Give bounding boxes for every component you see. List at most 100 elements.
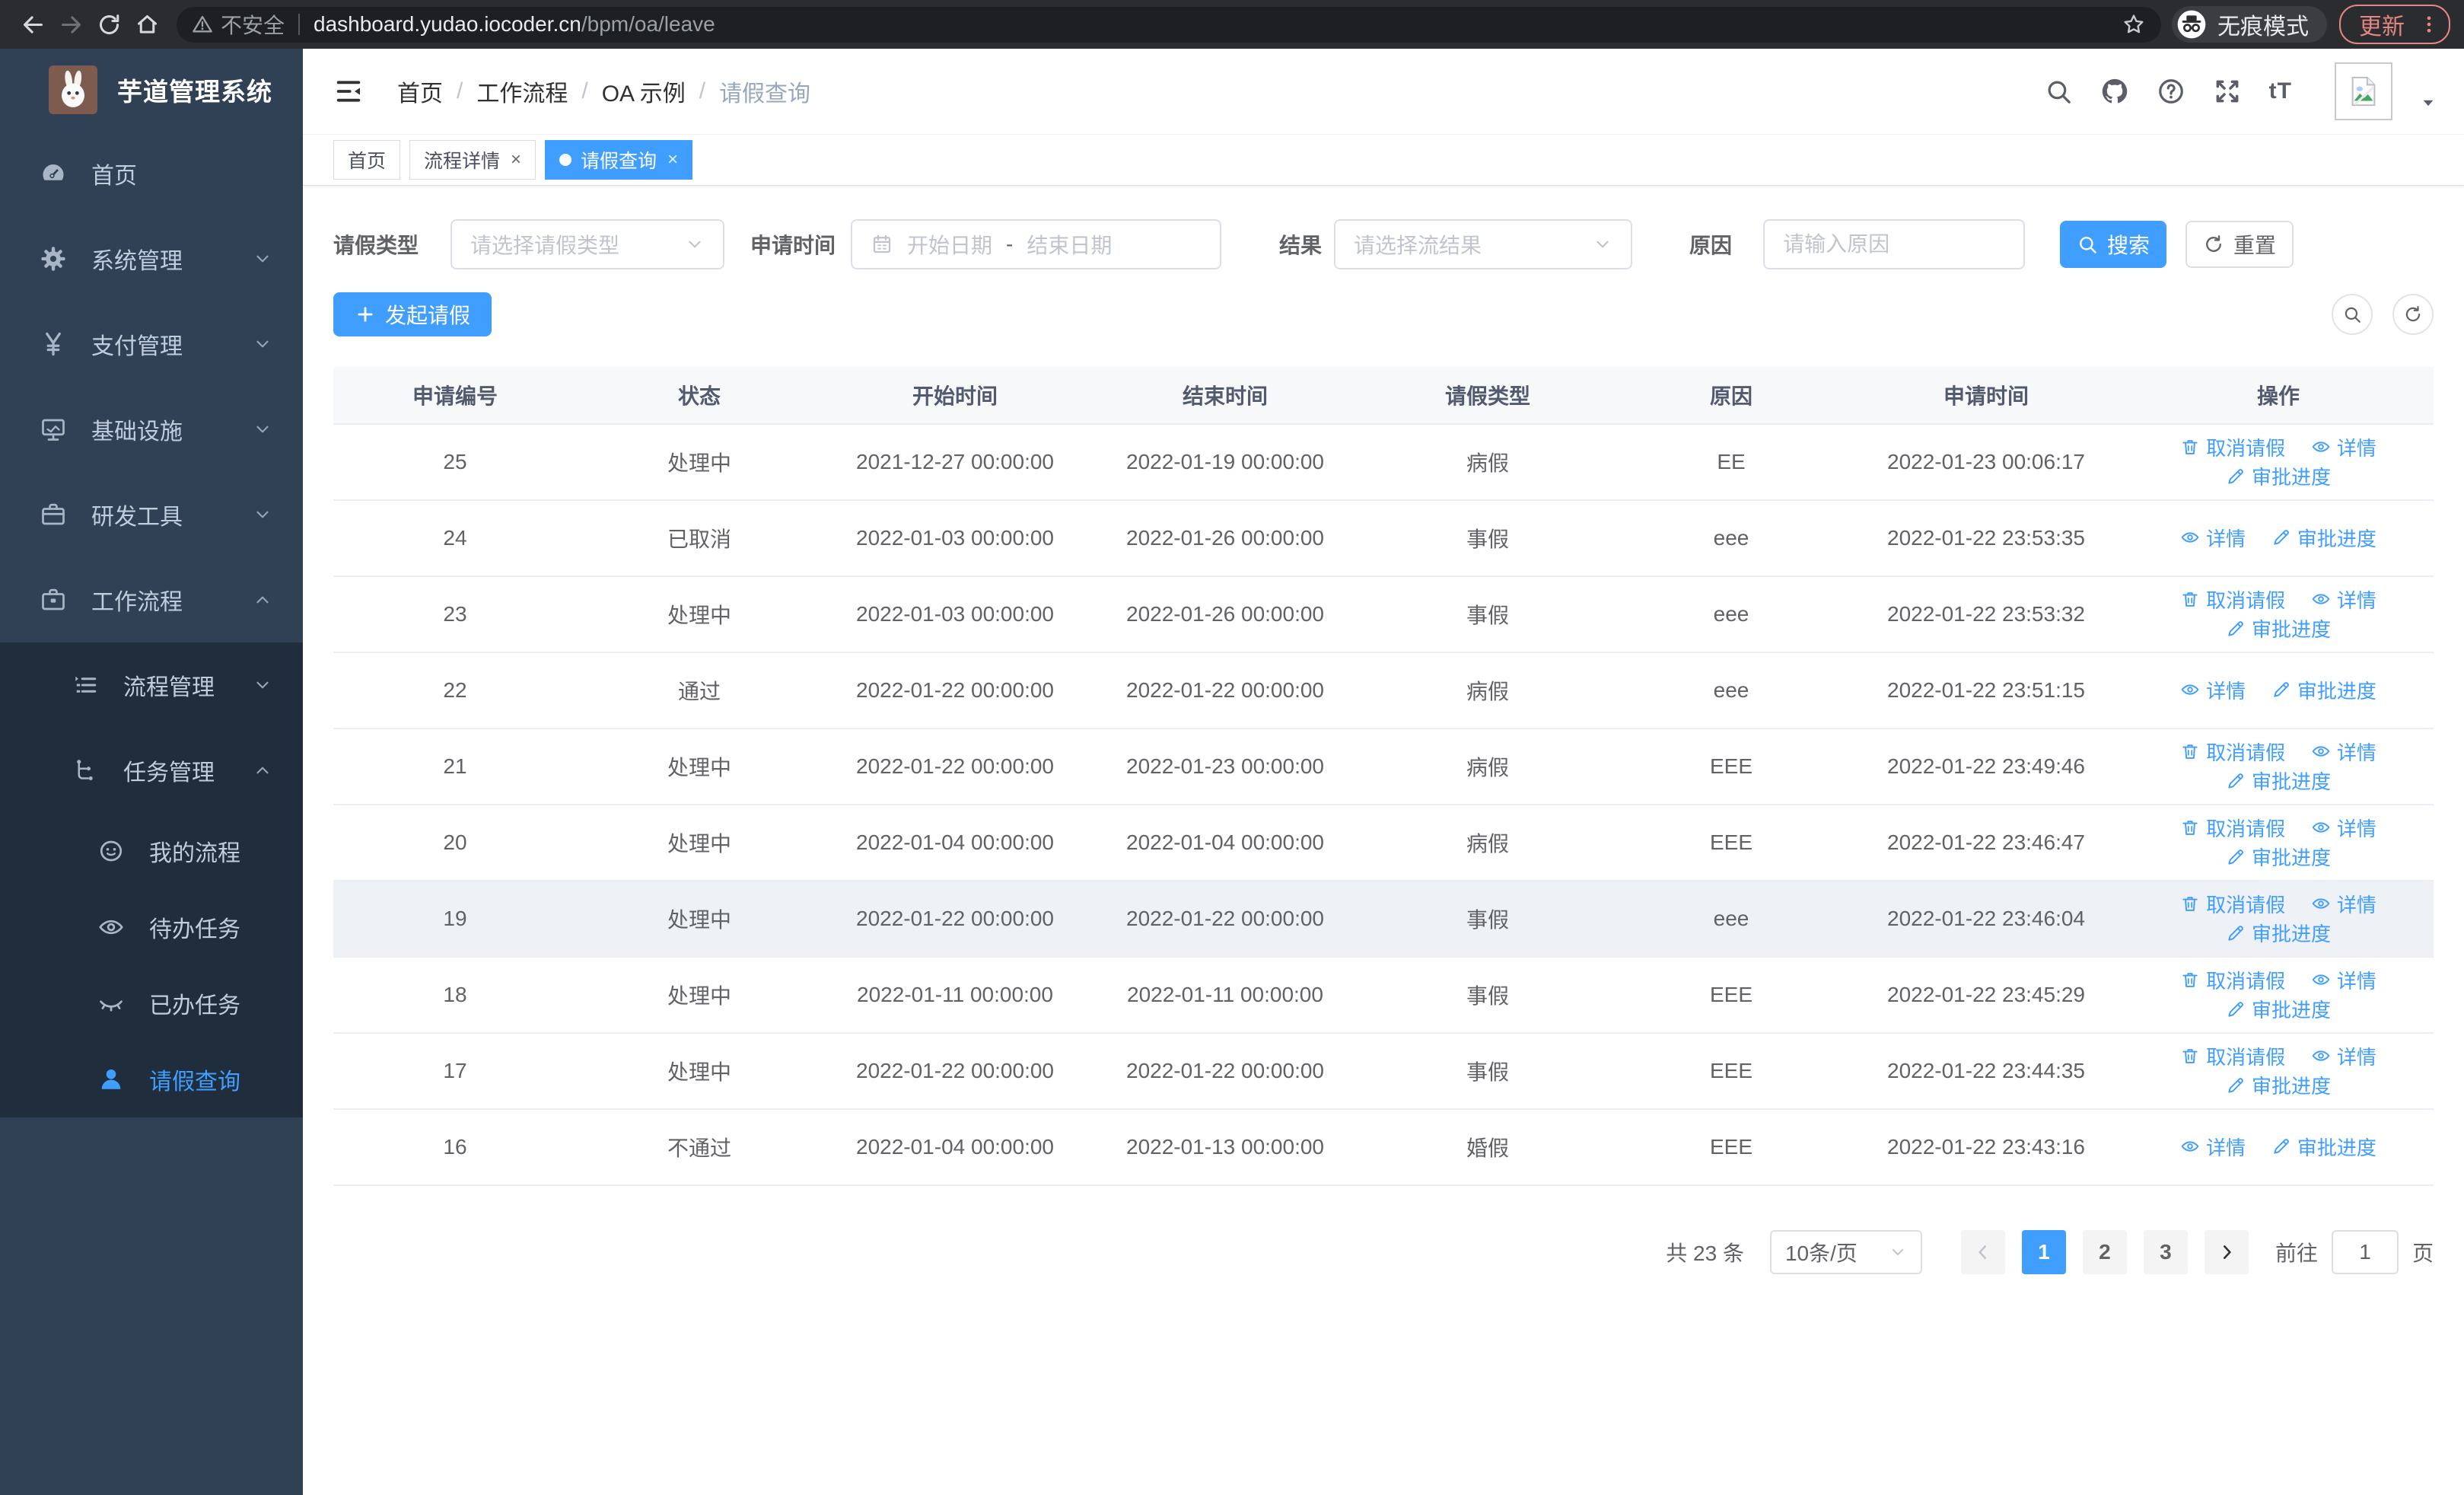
- bookmark-star-icon[interactable]: [2122, 12, 2146, 37]
- reason-input[interactable]: [1765, 232, 2024, 257]
- action-cancel[interactable]: 取消请假: [2180, 585, 2285, 614]
- topbar: 首页 / 工作流程 / OA 示例 / 请假查询 tT: [303, 49, 2464, 135]
- sidebar-item-task-management[interactable]: 任务管理: [0, 728, 303, 813]
- create-leave-button[interactable]: 发起请假: [333, 292, 492, 336]
- sidebar-item-done-tasks[interactable]: 已办任务: [0, 965, 303, 1041]
- tree-icon: [72, 757, 103, 784]
- page-button-2[interactable]: 2: [2082, 1230, 2127, 1274]
- action-progress[interactable]: 审批进度: [2226, 843, 2331, 871]
- close-icon[interactable]: ×: [511, 149, 521, 171]
- action-cancel[interactable]: 取消请假: [2180, 890, 2285, 918]
- action-cancel[interactable]: 取消请假: [2180, 433, 2285, 461]
- action-progress[interactable]: 审批进度: [2226, 767, 2331, 795]
- sidebar-item-payment-management[interactable]: 支付管理: [0, 301, 303, 387]
- page-button-3[interactable]: 3: [2143, 1230, 2188, 1274]
- sidebar-item-infrastructure[interactable]: 基础设施: [0, 387, 303, 472]
- action-progress[interactable]: 审批进度: [2226, 1071, 2331, 1099]
- browser-menu-icon[interactable]: [2418, 14, 2440, 35]
- help-icon[interactable]: [2157, 77, 2185, 106]
- view-icon: [2311, 970, 2331, 990]
- sidebar-item-my-process[interactable]: 我的流程: [0, 813, 303, 889]
- sidebar-item-leave-query[interactable]: 请假查询: [0, 1041, 303, 1117]
- action-cancel[interactable]: 取消请假: [2180, 1042, 2285, 1070]
- action-progress[interactable]: 审批进度: [2226, 614, 2331, 642]
- action-progress[interactable]: 审批进度: [2226, 462, 2331, 490]
- action-detail[interactable]: 详情: [2311, 433, 2376, 461]
- action-cancel[interactable]: 取消请假: [2180, 738, 2285, 766]
- table-row: 17 处理中 2022-01-22 00:00:00 2022-01-22 00…: [333, 1033, 2434, 1110]
- action-detail[interactable]: 详情: [2311, 585, 2376, 614]
- sidebar-item-workflow[interactable]: 工作流程: [0, 557, 303, 642]
- breadcrumb-item[interactable]: 首页: [397, 75, 443, 108]
- search-icon[interactable]: [2044, 77, 2073, 106]
- action-detail[interactable]: 详情: [2180, 524, 2246, 552]
- sidebar-item-label: 支付管理: [91, 334, 183, 359]
- breadcrumb-item[interactable]: OA 示例: [602, 75, 686, 108]
- result-select[interactable]: 请选择流结果: [1334, 219, 1633, 269]
- apply-time-range-picker[interactable]: 开始日期 - 结束日期: [851, 219, 1222, 269]
- refresh-table-button[interactable]: [2392, 294, 2434, 335]
- toggle-search-button[interactable]: [2332, 294, 2373, 335]
- sidebar-item-label: 首页: [91, 164, 137, 189]
- briefcase-icon: [40, 501, 72, 528]
- action-detail[interactable]: 详情: [2311, 814, 2376, 842]
- delete-icon: [2180, 894, 2200, 913]
- tab-leave-query[interactable]: 请假查询 ×: [545, 140, 693, 180]
- tab-home[interactable]: 首页: [333, 140, 401, 180]
- github-icon[interactable]: [2100, 77, 2129, 106]
- action-detail[interactable]: 详情: [2311, 890, 2376, 918]
- sidebar-collapse-icon[interactable]: [333, 76, 364, 107]
- tab-process-detail[interactable]: 流程详情 ×: [409, 140, 536, 180]
- close-icon[interactable]: ×: [667, 149, 678, 171]
- page-size-select[interactable]: 10条/页: [1769, 1230, 1922, 1274]
- breadcrumb-item[interactable]: 工作流程: [476, 75, 568, 108]
- edit-icon: [2226, 847, 2246, 867]
- avatar-caret-down-icon[interactable]: [2420, 94, 2437, 111]
- goto-page-input[interactable]: [2331, 1230, 2399, 1274]
- font-size-icon[interactable]: tT: [2269, 78, 2292, 104]
- action-detail[interactable]: 详情: [2311, 966, 2376, 994]
- sidebar-item-dev-tools[interactable]: 研发工具: [0, 472, 303, 557]
- breadcrumb-separator: /: [457, 78, 463, 104]
- search-button[interactable]: 搜索: [2060, 221, 2167, 268]
- app-title: 芋道管理系统: [117, 78, 272, 106]
- sidebar-item-home[interactable]: 首页: [0, 131, 303, 216]
- leave-type-select[interactable]: 请选择请假类型: [450, 219, 725, 269]
- action-detail[interactable]: 详情: [2180, 1133, 2246, 1161]
- column-header-4: 请假类型: [1362, 367, 1613, 425]
- browser-home-icon[interactable]: [128, 5, 166, 43]
- avatar[interactable]: [2335, 62, 2392, 120]
- action-progress[interactable]: 审批进度: [2271, 676, 2376, 704]
- url-path: /bpm/oa/leave: [581, 12, 715, 36]
- sidebar-item-todo-tasks[interactable]: 待办任务: [0, 889, 303, 965]
- action-progress[interactable]: 审批进度: [2226, 919, 2331, 947]
- breadcrumb: 首页 / 工作流程 / OA 示例 / 请假查询: [397, 75, 810, 108]
- action-progress[interactable]: 审批进度: [2226, 995, 2331, 1023]
- browser-update-button[interactable]: 更新: [2339, 5, 2450, 44]
- sidebar-item-process-management[interactable]: 流程管理: [0, 642, 303, 728]
- next-page-button[interactable]: [2204, 1230, 2249, 1274]
- sidebar-item-label: 已办任务: [149, 993, 240, 1018]
- action-detail[interactable]: 详情: [2311, 1042, 2376, 1070]
- prev-page-button[interactable]: [1960, 1230, 2005, 1274]
- action-detail[interactable]: 详情: [2311, 738, 2376, 766]
- sidebar-menu: 首页 系统管理 支付管理 基础设施 研发工具 工作流程 流程管理 任务管理 我的: [0, 131, 303, 1117]
- tab-label: 首页: [348, 151, 387, 172]
- face-icon: [97, 837, 129, 865]
- action-cancel[interactable]: 取消请假: [2180, 966, 2285, 994]
- reset-button[interactable]: 重置: [2185, 221, 2294, 268]
- page-button-1[interactable]: 1: [2021, 1230, 2066, 1274]
- sidebar-item-system-management[interactable]: 系统管理: [0, 216, 303, 301]
- action-progress[interactable]: 审批进度: [2271, 1133, 2376, 1161]
- view-icon: [2311, 437, 2331, 457]
- browser-back-icon[interactable]: [14, 5, 52, 43]
- action-progress[interactable]: 审批进度: [2271, 524, 2376, 552]
- fullscreen-icon[interactable]: [2213, 77, 2242, 106]
- app-logo-row[interactable]: 芋道管理系统: [0, 49, 303, 131]
- action-cancel[interactable]: 取消请假: [2180, 814, 2285, 842]
- address-bar[interactable]: 不安全 dashboard.yudao.iocoder.cn /bpm/oa/l…: [177, 6, 2161, 43]
- browser-reload-icon[interactable]: [90, 5, 128, 43]
- view-icon: [2311, 589, 2331, 609]
- action-detail[interactable]: 详情: [2180, 676, 2246, 704]
- browser-forward-icon[interactable]: [52, 5, 90, 43]
